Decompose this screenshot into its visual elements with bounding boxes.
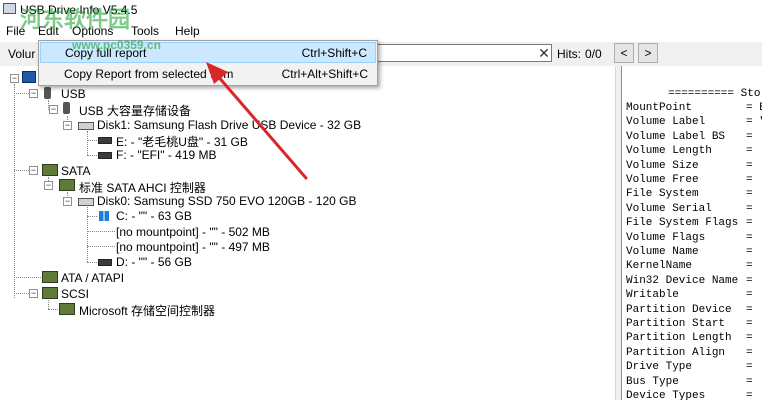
annotation-arrow-icon <box>206 62 308 180</box>
